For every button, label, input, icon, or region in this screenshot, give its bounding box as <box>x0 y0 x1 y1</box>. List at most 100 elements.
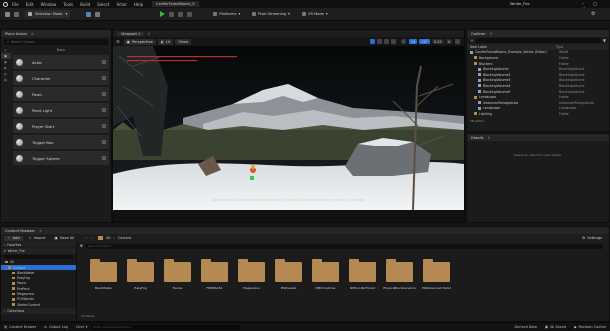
output-log-button[interactable]: ≡ Output Log <box>40 324 72 330</box>
maximize-icon[interactable] <box>455 39 460 44</box>
asset-folder[interactable]: MSPresets <box>270 259 307 290</box>
show-button[interactable]: Show <box>175 38 192 45</box>
info-icon[interactable] <box>102 124 106 128</box>
camera-speed-button[interactable]: 4 <box>445 39 452 44</box>
platforms-button[interactable]: Platforms ▾ <box>210 10 243 18</box>
outliner-row-label: Lighting <box>479 111 492 116</box>
favorites-row[interactable]: › Favorites <box>1 242 76 248</box>
actor-item-pawn[interactable]: Pawn <box>13 87 109 101</box>
pause-icon[interactable] <box>178 11 184 17</box>
info-icon[interactable] <box>102 92 106 96</box>
column-type[interactable]: Type <box>556 45 563 49</box>
menu-item-tools[interactable]: Tools <box>63 2 73 7</box>
asset-folder[interactable]: FIREPACK1 <box>196 259 233 290</box>
actor-item-trigger-box[interactable]: Trigger Box <box>13 135 109 149</box>
close-icon[interactable]: ✕ <box>39 229 42 233</box>
content-icon[interactable] <box>14 11 19 17</box>
close-icon[interactable]: ✕ <box>147 32 150 36</box>
viewport-tab[interactable]: Viewport 1 <box>117 31 145 36</box>
tree-node[interactable]: StarterContent <box>1 302 76 307</box>
column-item-label[interactable]: Item Label <box>470 45 556 49</box>
outliner-row[interactable]: InstancedFoliageActor InstancedFoliageAct… <box>467 100 609 106</box>
rotation-snap-toggle[interactable]: 10° <box>419 39 430 44</box>
menu-item-window[interactable]: Window <box>40 2 56 7</box>
derived-data-button[interactable]: Derived Data <box>510 324 540 330</box>
outliner-row[interactable]: Lighting Folder <box>467 111 609 117</box>
category-volumes[interactable]: ▤ <box>1 77 11 83</box>
asset-folder[interactable]: EasyFog <box>122 259 159 290</box>
menu-item-build[interactable]: Build <box>80 2 90 7</box>
menu-item-actor[interactable]: Actor <box>116 2 127 7</box>
import-button[interactable]: ⇩ Import <box>26 236 49 241</box>
asset-folder[interactable]: FauIne <box>159 259 196 290</box>
blueprint-icon[interactable] <box>86 11 92 17</box>
scale-snap-toggle[interactable]: 0.25 <box>431 39 444 44</box>
cinematics-icon[interactable] <box>95 11 101 17</box>
select-tool-icon[interactable] <box>369 39 375 44</box>
info-icon[interactable] <box>102 60 106 64</box>
close-icon[interactable]: ✕ <box>31 32 34 36</box>
info-icon[interactable] <box>102 140 106 144</box>
add-button[interactable]: ＋ Add <box>4 235 23 241</box>
menu-item-select[interactable]: Select <box>97 2 109 7</box>
pixel-streaming-button[interactable]: Pixel Streaming ▾ <box>249 10 293 18</box>
platforms-icon <box>213 12 218 16</box>
project-tab[interactable]: ConiferForestBiome_S <box>152 1 199 7</box>
actor-item-character[interactable]: Character <box>13 71 109 85</box>
settings-button[interactable]: ⚙ Settings <box>579 236 605 241</box>
content-drawer-button[interactable]: ▤ Content Drawer <box>0 324 40 330</box>
viewport-scene[interactable]: No active Level Sequencer Editor detecte… <box>113 46 464 210</box>
asset-folder[interactable]: BlackWater <box>85 259 122 290</box>
play-options-icon[interactable] <box>169 11 175 17</box>
asset-folder[interactable]: PWAdvanced Pack2 <box>418 259 455 290</box>
rotate-tool-icon[interactable] <box>383 39 389 44</box>
filter-icon[interactable]: ▼ <box>80 244 83 248</box>
outliner-search[interactable] <box>476 38 601 43</box>
actor-item-trigger-sphere[interactable]: Trigger Sphere <box>13 151 109 165</box>
asset-folder[interactable]: NMChristmas <box>307 259 344 290</box>
menu-item-edit[interactable]: Edit <box>26 2 34 7</box>
vr-mode-button[interactable]: VR Mode ▾ <box>299 10 331 18</box>
scale-tool-icon[interactable] <box>390 39 396 44</box>
project-row[interactable]: ▾ Winter_Fire <box>1 248 76 254</box>
place-actors-search[interactable]: ⌕ Search Classes <box>4 39 108 45</box>
stop-icon[interactable] <box>187 11 193 17</box>
lit-button[interactable]: ◐ Lit <box>157 38 174 45</box>
project-search[interactable] <box>4 254 73 259</box>
info-icon[interactable] <box>102 108 106 112</box>
actor-item-actor[interactable]: Actor <box>13 55 109 69</box>
close-icon[interactable]: ✕ <box>489 32 492 36</box>
revision-control-button[interactable]: ◆ Revision Control <box>570 324 610 330</box>
actor-item-point-light[interactable]: Point Light <box>13 103 109 117</box>
back-icon[interactable]: ‹ <box>85 236 86 240</box>
menu-item-help[interactable]: Help <box>134 2 143 7</box>
filter-icon[interactable]: ▼ <box>603 38 606 43</box>
settings-icon[interactable]: ⚙ <box>591 11 595 17</box>
save-all-button[interactable]: ▣ Save All <box>52 236 78 241</box>
info-icon[interactable] <box>102 156 106 160</box>
perspective-button[interactable]: ▣ Perspective <box>123 38 156 45</box>
collections-row[interactable]: › Collections <box>1 308 76 314</box>
asset-folder[interactable]: NMConiferForest <box>344 259 381 290</box>
breadcrumb-all[interactable]: All <box>106 236 110 240</box>
hamburger-icon[interactable]: ☰ <box>116 39 120 44</box>
actor-item-player-start[interactable]: Player Start <box>13 119 109 133</box>
selection-mode-button[interactable]: Selection Mode ▾ <box>25 10 71 18</box>
add-icon[interactable]: ＋ <box>470 38 474 44</box>
asset-folder[interactable]: PhysicsBlockGenerics <box>381 259 418 290</box>
play-icon[interactable] <box>160 11 166 17</box>
asset-folder[interactable]: Megascans <box>233 259 270 290</box>
cmd-button[interactable]: Cmd ▾ <box>72 324 92 330</box>
breadcrumb-content[interactable]: Content <box>118 236 132 240</box>
close-icon[interactable]: ✕ <box>487 136 490 140</box>
all-saved-button[interactable]: ▣ All Saved <box>541 324 570 330</box>
info-icon[interactable] <box>102 76 106 80</box>
save-icon[interactable] <box>5 11 10 17</box>
world-icon[interactable] <box>400 39 406 44</box>
assets-search[interactable]: Search Content <box>85 243 603 249</box>
grid-snap-toggle[interactable]: 10 <box>408 39 418 44</box>
forward-icon[interactable]: › <box>91 236 92 240</box>
menu-item-file[interactable]: File <box>12 2 19 7</box>
console-input[interactable]: Enter Console Command <box>91 324 242 330</box>
move-tool-icon[interactable] <box>376 39 382 44</box>
